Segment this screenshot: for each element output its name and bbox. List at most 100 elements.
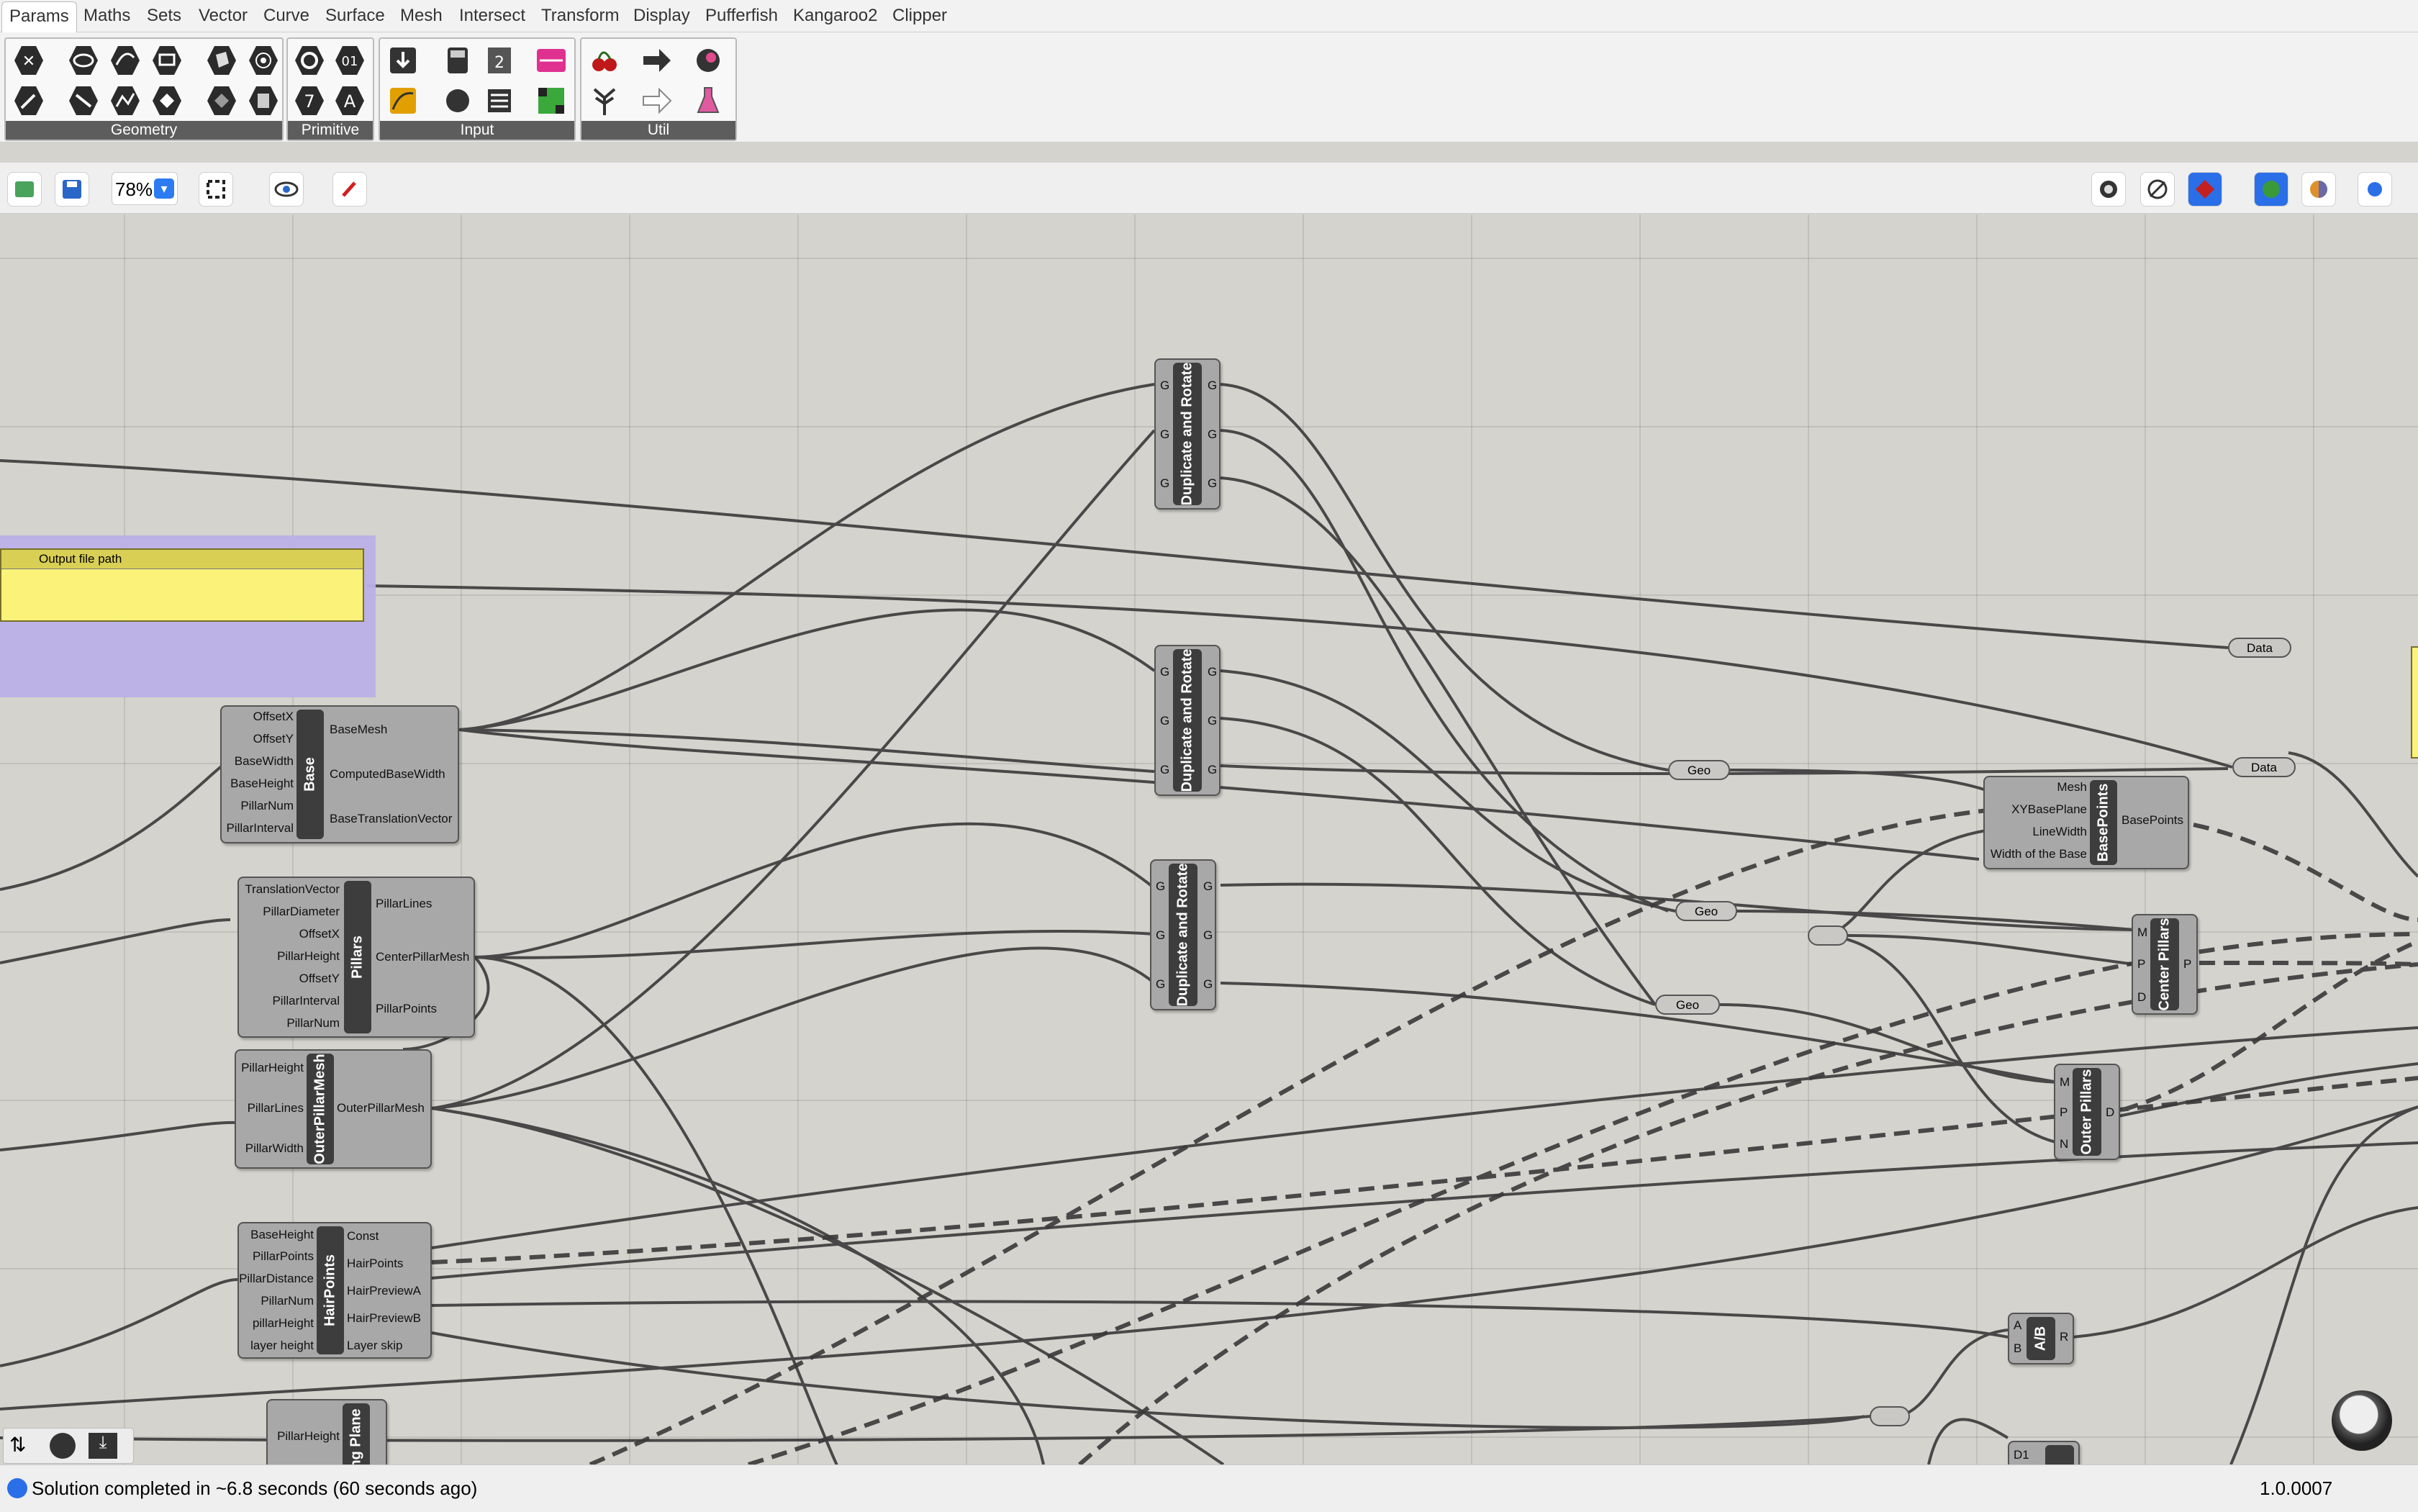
output-port-label[interactable]: G (1203, 928, 1213, 943)
tab-transform[interactable]: Transform (541, 0, 619, 32)
zoom-select[interactable]: 78% ▾ (112, 172, 178, 205)
tab-clipper[interactable]: Clipper (892, 0, 947, 32)
tab-curve[interactable]: Curve (263, 0, 309, 32)
gradient-icon[interactable] (534, 83, 569, 118)
download-icon[interactable]: ⤓ (89, 1433, 117, 1459)
output-port-label[interactable]: R (2060, 1330, 2068, 1344)
input-port-label[interactable]: PillarHeight (268, 1429, 340, 1444)
input-port-label[interactable]: TranslationVector (239, 882, 340, 897)
tab-surface[interactable]: Surface (325, 0, 385, 32)
text-param-icon[interactable]: A (332, 83, 367, 118)
output-port-label[interactable]: HairPreviewB (347, 1311, 421, 1326)
input-port-label[interactable]: D (2137, 990, 2146, 1005)
input-port-label[interactable]: G (1160, 476, 1169, 491)
preview-shaded-icon[interactable] (2140, 172, 2175, 207)
output-port-label[interactable]: ComputedBaseWidth (330, 767, 445, 782)
plane-component[interactable]: ng Plane PillarHeight (266, 1399, 387, 1465)
vector-param-icon[interactable] (12, 83, 46, 118)
tab-display[interactable]: Display (633, 0, 690, 32)
output-port-label[interactable]: G (1208, 476, 1217, 491)
fitness-icon[interactable] (691, 43, 725, 78)
center-pillars-component[interactable]: Center Pillars M P D P (2132, 914, 2198, 1015)
mesh-param-icon[interactable] (204, 83, 239, 118)
output-port-label[interactable]: P (2183, 957, 2191, 972)
brep-param-icon[interactable] (246, 43, 281, 78)
data-param[interactable]: Data (2228, 638, 2291, 658)
input-port-label[interactable]: BaseHeight (239, 1228, 314, 1242)
input-port-label[interactable]: OffsetX (222, 710, 294, 724)
circle-param-icon[interactable] (66, 43, 101, 78)
data-dam-icon[interactable] (587, 83, 622, 118)
output-port-label[interactable]: G (1208, 379, 1217, 393)
tab-vector[interactable]: Vector (199, 0, 248, 32)
pillars-component[interactable]: Pillars TranslationVector PillarDiameter… (237, 877, 475, 1038)
input-port-label[interactable]: B (2014, 1341, 2021, 1356)
output-port-label[interactable]: G (1208, 763, 1217, 777)
input-port-label[interactable]: OffsetY (239, 972, 340, 986)
input-port-label[interactable]: PillarDistance (239, 1272, 314, 1286)
box-param-icon[interactable] (204, 43, 239, 78)
outer-pillar-mesh-component[interactable]: OuterPillarMesh PillarHeight PillarLines… (235, 1049, 432, 1169)
import-icon[interactable] (386, 43, 420, 78)
open-file-icon[interactable] (7, 172, 42, 207)
input-port-label[interactable]: BaseHeight (222, 777, 294, 791)
input-port-label[interactable]: D1 (2014, 1448, 2029, 1462)
preview-wire-icon[interactable] (2091, 172, 2126, 207)
gear-icon[interactable] (50, 1433, 76, 1459)
output-port-label[interactable]: D (2106, 1105, 2114, 1120)
duplicate-rotate-component[interactable]: Duplicate and Rotate G G G G G G (1154, 358, 1221, 510)
output-port-label[interactable]: Const (347, 1229, 379, 1244)
surface-param-icon[interactable] (150, 43, 184, 78)
input-port-label[interactable]: P (2137, 957, 2145, 972)
cherry-picker-icon[interactable] (587, 43, 622, 78)
input-port-label[interactable]: G (1160, 379, 1169, 393)
input-port-label[interactable]: PillarWidth (236, 1141, 304, 1156)
point-param-icon[interactable]: ✕ (12, 43, 46, 78)
slider-icon[interactable] (534, 43, 569, 78)
input-port-label[interactable]: Width of the Base (1985, 847, 2087, 861)
tab-params[interactable]: Params (1, 1, 77, 32)
line-param-icon[interactable] (66, 83, 101, 118)
panel-icon[interactable]: 2 (482, 43, 517, 78)
relay-node[interactable] (1808, 925, 1848, 946)
graph-mapper-icon[interactable] (386, 83, 420, 118)
input-port-label[interactable]: PillarHeight (236, 1061, 304, 1075)
geometry-param[interactable]: Geo (1668, 760, 1730, 780)
output-port-label[interactable]: OuterPillarMesh (337, 1101, 425, 1115)
output-port-label[interactable]: HairPreviewA (347, 1284, 421, 1298)
input-port-label[interactable]: M (2137, 925, 2147, 940)
input-port-label[interactable]: PillarLines (236, 1101, 304, 1115)
value-list-icon[interactable] (482, 83, 517, 118)
flask-icon[interactable] (691, 83, 725, 118)
output-port-label[interactable]: PillarLines (376, 897, 432, 911)
output-port-label[interactable]: CenterPillarMesh (376, 950, 469, 964)
input-port-label[interactable]: G (1160, 763, 1169, 777)
outer-pillars-component[interactable]: Outer Pillars M P N D (2054, 1064, 2120, 1160)
output-port-label[interactable]: HairPoints (347, 1257, 403, 1271)
output-port-label[interactable]: G (1208, 714, 1217, 728)
tab-kangaroo2[interactable]: Kangaroo2 (793, 0, 877, 32)
input-port-label[interactable]: PillarNum (239, 1294, 314, 1308)
render-material-icon[interactable] (2301, 172, 2336, 207)
input-port-label[interactable]: N (2060, 1137, 2068, 1151)
partial-component[interactable]: D1 (2008, 1441, 2080, 1465)
grasshopper-canvas[interactable]: Output file path Duplicate and Rotate G … (0, 214, 2418, 1465)
calculator-icon[interactable] (440, 43, 475, 78)
navigation-compass-icon[interactable] (2332, 1390, 2392, 1451)
duplicate-rotate-component[interactable]: Duplicate and Rotate G G G G G G (1150, 859, 1216, 1010)
input-port-label[interactable]: layer height (239, 1339, 314, 1353)
preview-selected-icon[interactable] (2188, 172, 2222, 207)
output-path-panel[interactable]: Output file path (0, 548, 364, 622)
output-port-label[interactable]: BaseMesh (330, 723, 387, 737)
offscreen-panel[interactable] (2411, 646, 2418, 759)
tab-pufferfish[interactable]: Pufferfish (705, 0, 778, 32)
input-port-label[interactable]: PillarNum (222, 799, 294, 813)
input-port-label[interactable]: Mesh (1985, 780, 2087, 795)
relay-arrow-icon[interactable] (639, 43, 674, 78)
output-port-label[interactable]: G (1208, 427, 1217, 442)
input-port-label[interactable]: PillarNum (239, 1016, 340, 1031)
input-port-label[interactable]: G (1160, 427, 1169, 442)
input-port-label[interactable]: OffsetX (239, 927, 340, 941)
zoom-extents-icon[interactable] (199, 172, 233, 207)
sketch-brush-icon[interactable] (332, 172, 367, 207)
